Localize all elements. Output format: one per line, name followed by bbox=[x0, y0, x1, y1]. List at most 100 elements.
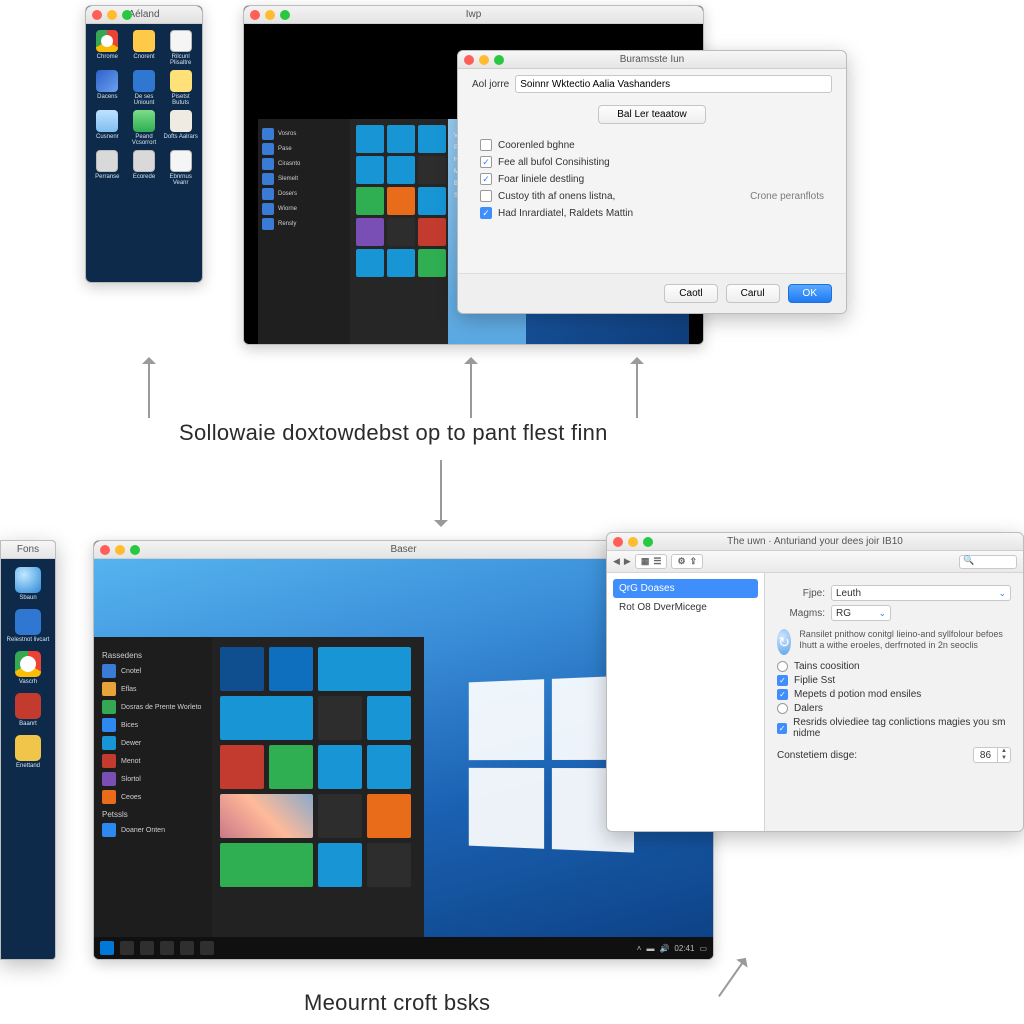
search-input[interactable] bbox=[959, 555, 1017, 569]
task-item[interactable] bbox=[120, 941, 134, 955]
stepper-down-icon[interactable]: ▼ bbox=[998, 755, 1010, 762]
start-tile[interactable] bbox=[318, 647, 411, 691]
start-list-item[interactable]: Slortol bbox=[102, 772, 204, 786]
toolbar-fwd-icon[interactable]: ▶ bbox=[624, 556, 631, 567]
tray-clock[interactable]: 02:41 bbox=[674, 944, 694, 953]
start-list-item[interactable]: Dewer bbox=[102, 736, 204, 750]
start-tile[interactable] bbox=[387, 125, 415, 153]
app-launcher[interactable]: Ecorede bbox=[127, 150, 162, 186]
start-tile[interactable] bbox=[418, 156, 446, 184]
start-tile[interactable] bbox=[220, 696, 313, 740]
list-item[interactable]: QrG Doases bbox=[613, 579, 758, 598]
checkbox[interactable] bbox=[480, 173, 492, 185]
app-launcher[interactable]: Pisetst Bututs bbox=[163, 70, 198, 106]
tray-volume-icon[interactable]: 🔊 bbox=[659, 944, 669, 953]
start-list-item[interactable]: Cirasnto bbox=[262, 158, 346, 170]
wide-action-button[interactable]: Bal Ler teaatow bbox=[598, 105, 706, 124]
start-menu[interactable]: VosrosPaseCirasntoSlemeltDosersWiorneRen… bbox=[258, 119, 448, 344]
task-item[interactable] bbox=[140, 941, 154, 955]
start-tile[interactable] bbox=[418, 125, 446, 153]
ok-button[interactable]: OK bbox=[788, 284, 832, 303]
start-tile[interactable] bbox=[356, 156, 384, 184]
start-tile[interactable] bbox=[318, 843, 362, 887]
app-launcher[interactable]: De ses Uniount bbox=[127, 70, 162, 106]
start-tile[interactable] bbox=[356, 125, 384, 153]
toolbar-back-icon[interactable]: ◀ bbox=[613, 556, 620, 567]
app-launcher[interactable]: Perranse bbox=[90, 150, 125, 186]
app-launcher[interactable]: Baanrt bbox=[15, 693, 41, 727]
start-tile[interactable] bbox=[387, 156, 415, 184]
start-tile[interactable] bbox=[220, 647, 264, 691]
name-input[interactable] bbox=[515, 75, 832, 93]
task-item[interactable] bbox=[160, 941, 174, 955]
app-launcher[interactable]: Dofts Aalrars bbox=[163, 110, 198, 146]
window-controls[interactable] bbox=[100, 545, 140, 555]
window-controls[interactable] bbox=[613, 537, 653, 547]
start-tile[interactable] bbox=[318, 696, 362, 740]
start-list-item[interactable]: Ceoes bbox=[102, 790, 204, 804]
side-link[interactable]: Crone peranflots bbox=[750, 191, 824, 202]
window-controls[interactable] bbox=[92, 10, 132, 20]
app-launcher[interactable]: Rilcunl Plisaltre bbox=[163, 30, 198, 66]
start-list-item[interactable]: Bices bbox=[102, 718, 204, 732]
app-launcher[interactable]: Ebnrnus Veanr bbox=[163, 150, 198, 186]
tray-network-icon[interactable]: ▬ bbox=[646, 944, 654, 953]
window-controls[interactable] bbox=[250, 10, 290, 20]
radio[interactable] bbox=[777, 703, 788, 714]
start-list-item[interactable]: Pase bbox=[262, 143, 346, 155]
start-tile[interactable] bbox=[220, 745, 264, 789]
start-list-item[interactable]: Dosras de Prente Worleto bbox=[102, 700, 204, 714]
start-tile[interactable] bbox=[418, 218, 446, 246]
checkbox[interactable] bbox=[480, 156, 492, 168]
action-segmented[interactable]: ⚙⇪ bbox=[671, 554, 703, 569]
start-tile[interactable] bbox=[387, 187, 415, 215]
start-tile[interactable] bbox=[356, 218, 384, 246]
name-select[interactable]: Leuth⌄ bbox=[831, 585, 1011, 601]
start-tile[interactable] bbox=[367, 745, 411, 789]
start-tile[interactable] bbox=[356, 187, 384, 215]
start-list-item[interactable]: Rensly bbox=[262, 218, 346, 230]
app-launcher[interactable]: Cnorent bbox=[127, 30, 162, 66]
value-stepper[interactable]: 86 ▲▼ bbox=[973, 747, 1011, 763]
app-launcher[interactable]: Relestnot livcart bbox=[7, 609, 50, 643]
system-tray[interactable]: ˄ ▬ 🔊 02:41 ▭ bbox=[637, 944, 707, 953]
start-tile[interactable] bbox=[318, 794, 362, 838]
stepper-up-icon[interactable]: ▲ bbox=[998, 748, 1010, 755]
start-list-item[interactable]: Cnotel bbox=[102, 664, 204, 678]
start-tile[interactable] bbox=[356, 249, 384, 277]
start-tile[interactable] bbox=[387, 218, 415, 246]
window-controls[interactable] bbox=[464, 55, 504, 65]
start-tile[interactable] bbox=[269, 647, 313, 691]
cancel-button[interactable]: Caotl bbox=[664, 284, 717, 303]
checkbox[interactable] bbox=[777, 689, 788, 700]
cancel2-button[interactable]: Carul bbox=[726, 284, 780, 303]
checkbox[interactable] bbox=[480, 139, 492, 151]
start-list-item[interactable]: Wiorne bbox=[262, 203, 346, 215]
start-tile[interactable] bbox=[269, 745, 313, 789]
start-list-item[interactable]: Slemelt bbox=[262, 173, 346, 185]
start-tile[interactable] bbox=[418, 187, 446, 215]
checkbox[interactable] bbox=[480, 190, 492, 202]
checkbox[interactable] bbox=[777, 723, 787, 734]
start-tile[interactable] bbox=[367, 843, 411, 887]
taskbar[interactable]: ˄ ▬ 🔊 02:41 ▭ bbox=[94, 937, 713, 959]
app-launcher[interactable]: Dacens bbox=[90, 70, 125, 106]
map-select[interactable]: RG⌄ bbox=[831, 605, 891, 621]
view-segmented[interactable]: ▦☰ bbox=[635, 554, 668, 569]
start-tile[interactable] bbox=[318, 745, 362, 789]
app-launcher[interactable]: Peand Vcsorrort bbox=[127, 110, 162, 146]
task-item[interactable] bbox=[180, 941, 194, 955]
app-launcher[interactable]: Chrome bbox=[90, 30, 125, 66]
app-launcher[interactable]: Cusnenr bbox=[90, 110, 125, 146]
start-tile[interactable] bbox=[387, 249, 415, 277]
start-tile[interactable] bbox=[367, 794, 411, 838]
list-item[interactable]: Rot O8 DverMicege bbox=[613, 598, 758, 617]
radio[interactable] bbox=[777, 661, 788, 672]
start-button[interactable] bbox=[100, 941, 114, 955]
start-list-item[interactable]: Menot bbox=[102, 754, 204, 768]
app-launcher[interactable]: Enettand bbox=[15, 735, 41, 769]
start-menu[interactable]: Rassedens CnotelEflasDosras de Prente Wo… bbox=[94, 637, 424, 937]
start-list-item[interactable]: Doaner Onten bbox=[102, 823, 204, 837]
task-item[interactable] bbox=[200, 941, 214, 955]
start-list-item[interactable]: Dosers bbox=[262, 188, 346, 200]
